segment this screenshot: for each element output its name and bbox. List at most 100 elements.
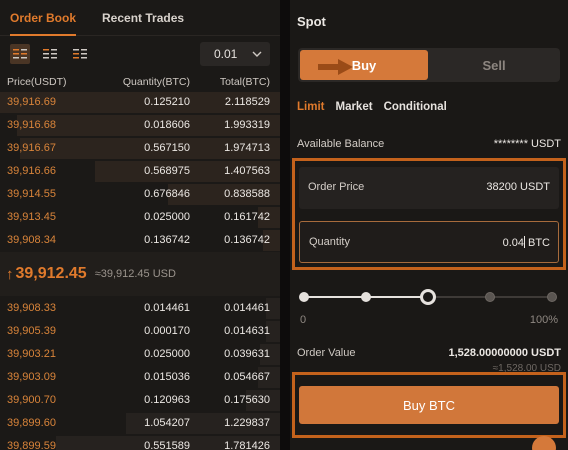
order-book-row[interactable]: 39,916.68 0.018606 1.993319 <box>0 114 280 137</box>
tab-market[interactable]: Market <box>335 101 372 113</box>
order-book-panel: Order Book Recent Trades 0.01 Price(USDT… <box>0 0 280 450</box>
slider-step[interactable] <box>299 292 309 302</box>
row-quantity: 0.136742 <box>144 234 190 246</box>
trade-panel: Spot Buy Sell Limit Market Conditional A… <box>290 0 568 450</box>
last-price: 39,912.45 <box>15 265 87 282</box>
order-book-row[interactable]: 39,916.67 0.567150 1.974713 <box>0 137 280 160</box>
row-price: 39,899.59 <box>7 440 56 450</box>
row-quantity: 0.551589 <box>144 440 190 450</box>
order-value-label: Order Value <box>297 347 356 359</box>
row-total: 0.175630 <box>224 394 270 406</box>
quantity-number: 0.04 <box>502 237 524 249</box>
row-total: 1.229837 <box>224 417 270 429</box>
quantity-unit: BTC <box>528 237 550 249</box>
order-book-both-icon[interactable] <box>10 44 30 64</box>
tab-recent-trades[interactable]: Recent Trades <box>102 0 184 36</box>
row-price: 39,916.66 <box>7 165 56 177</box>
arrow-up-icon: ↑ <box>6 265 14 283</box>
row-quantity: 0.120963 <box>144 394 190 406</box>
tab-limit[interactable]: Limit <box>297 101 324 113</box>
order-book-toolbar: 0.01 <box>6 42 274 66</box>
order-type-tabs: Limit Market Conditional <box>297 101 458 113</box>
quantity-label: Quantity <box>309 236 350 248</box>
quantity-slider[interactable] <box>299 289 557 305</box>
precision-value: 0.01 <box>214 47 238 61</box>
row-quantity: 0.676846 <box>144 188 190 200</box>
tab-order-book[interactable]: Order Book <box>10 0 77 36</box>
order-book-headers: Price(USDT) Quantity(BTC) Total(BTC) <box>0 76 280 90</box>
row-price: 39,899.60 <box>7 417 56 429</box>
row-price: 39,903.09 <box>7 371 56 383</box>
row-total: 1.993319 <box>224 119 270 131</box>
order-book-row[interactable]: 39,900.70 0.120963 0.175630 <box>0 389 280 412</box>
order-book-row[interactable]: 39,903.09 0.015036 0.054667 <box>0 366 280 389</box>
row-price: 39,914.55 <box>7 188 56 200</box>
support-chat-icon[interactable] <box>532 436 556 450</box>
order-book-row[interactable]: 39,903.21 0.025000 0.039631 <box>0 343 280 366</box>
row-quantity: 1.054207 <box>144 417 190 429</box>
row-price: 39,913.45 <box>7 211 56 223</box>
row-total: 0.014631 <box>224 325 270 337</box>
order-book-tabs: Order Book Recent Trades <box>0 0 280 36</box>
order-book-row[interactable]: 39,908.33 0.014461 0.014461 <box>0 297 280 320</box>
buy-btc-button[interactable]: Buy BTC <box>299 386 559 424</box>
header-quantity: Quantity(BTC) <box>122 76 190 88</box>
order-value-amount: 1,528.00000000 USDT <box>448 347 561 359</box>
row-quantity: 0.014461 <box>144 302 190 314</box>
tab-conditional[interactable]: Conditional <box>384 101 447 113</box>
order-book-row[interactable]: 39,908.34 0.136742 0.136742 <box>0 229 280 252</box>
row-quantity: 0.018606 <box>144 119 190 131</box>
sell-tab-button[interactable]: Sell <box>430 50 558 80</box>
order-price-unit: USDT <box>520 181 550 193</box>
slider-step[interactable] <box>361 292 371 302</box>
row-total: 0.039631 <box>224 348 270 360</box>
available-balance-value: ******** USDT <box>493 138 561 150</box>
page-title: Spot <box>297 14 326 29</box>
order-inputs-highlight: Order Price 38200 USDT Quantity 0.04 BTC <box>292 158 566 270</box>
last-price-usd: ≈39,912.45 USD <box>94 268 176 280</box>
slider-thumb[interactable] <box>420 289 436 305</box>
row-total: 0.136742 <box>224 234 270 246</box>
submit-highlight: Buy BTC <box>292 372 566 438</box>
row-price: 39,916.68 <box>7 119 56 131</box>
row-total: 0.014461 <box>224 302 270 314</box>
order-book-row[interactable]: 39,916.69 0.125210 2.118529 <box>0 91 280 114</box>
order-book-row[interactable]: 39,913.45 0.025000 0.161742 <box>0 206 280 229</box>
quantity-value: 0.04 BTC <box>503 236 550 249</box>
order-book-row[interactable]: 39,899.59 0.551589 1.781426 <box>0 435 280 450</box>
slider-min-label: 0 <box>300 314 307 326</box>
row-total: 1.407563 <box>224 165 270 177</box>
slider-step[interactable] <box>547 292 557 302</box>
quantity-field[interactable]: Quantity 0.04 BTC <box>299 221 559 263</box>
order-price-field[interactable]: Order Price 38200 USDT <box>299 167 559 209</box>
buy-tab-button[interactable]: Buy <box>300 50 428 80</box>
row-price: 39,905.39 <box>7 325 56 337</box>
row-price: 39,916.69 <box>7 96 56 108</box>
row-total: 0.161742 <box>224 211 270 223</box>
row-quantity: 0.015036 <box>144 371 190 383</box>
order-book-bids-icon[interactable] <box>40 44 60 64</box>
row-total: 1.974713 <box>224 142 270 154</box>
panel-divider <box>280 0 290 450</box>
slider-step[interactable] <box>485 292 495 302</box>
row-quantity: 0.025000 <box>144 211 190 223</box>
precision-select[interactable]: 0.01 <box>200 42 270 66</box>
row-total: 1.781426 <box>224 440 270 450</box>
order-book-row[interactable]: 39,914.55 0.676846 0.838588 <box>0 183 280 206</box>
order-book-asks-icon[interactable] <box>70 44 90 64</box>
arrow-pointer-icon <box>318 59 353 75</box>
order-book-row[interactable]: 39,905.39 0.000170 0.014631 <box>0 320 280 343</box>
order-book-row[interactable]: 39,899.60 1.054207 1.229837 <box>0 412 280 435</box>
row-price: 39,916.67 <box>7 142 56 154</box>
side-switch: Buy Sell <box>298 48 560 82</box>
row-quantity: 0.000170 <box>144 325 190 337</box>
header-total: Total(BTC) <box>219 76 270 88</box>
last-price-row: ↑ 39,912.45 ≈39,912.45 USD <box>0 252 280 296</box>
row-quantity: 0.568975 <box>144 165 190 177</box>
order-book-row[interactable]: 39,916.66 0.568975 1.407563 <box>0 160 280 183</box>
available-balance: Available Balance ******** USDT <box>297 138 561 154</box>
available-balance-label: Available Balance <box>297 138 385 150</box>
order-value: Order Value 1,528.00000000 USDT ≈1,528.0… <box>297 345 561 375</box>
row-price: 39,903.21 <box>7 348 56 360</box>
row-price: 39,908.34 <box>7 234 56 246</box>
